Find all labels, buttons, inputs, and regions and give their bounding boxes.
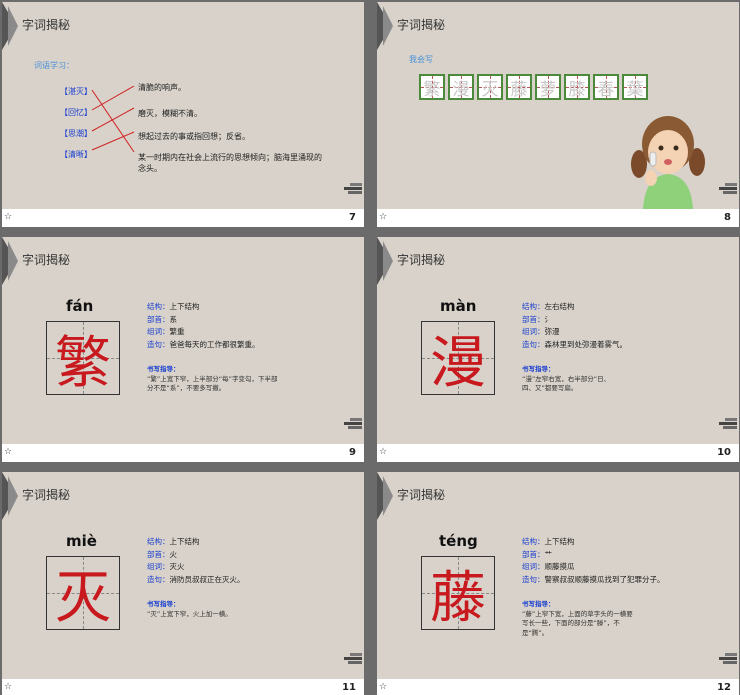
slide-title: 字词揭秘 xyxy=(397,253,446,267)
definition: 某一时期内在社会上流行的思想倾向；脑海里涌现的念头。 xyxy=(138,153,322,173)
decoration-bars xyxy=(719,653,737,665)
slide-title: 字词揭秘 xyxy=(397,488,446,502)
writing-cell: 灭 xyxy=(477,74,503,100)
slide-title: 字词揭秘 xyxy=(22,488,71,502)
writing-cell: 春 xyxy=(593,74,619,100)
character: 繁 xyxy=(55,330,111,396)
slide-footer: ☆ 9 xyxy=(2,444,364,462)
vocab-word: 【清晰】 xyxy=(60,150,92,159)
slide-number: 11 xyxy=(342,682,356,693)
writing-cell: 漫 xyxy=(448,74,474,100)
tian-grid: 繁 xyxy=(46,321,120,396)
writing-cell: 萝 xyxy=(535,74,561,100)
definition: 清脆的响声。 xyxy=(138,83,186,92)
slide-title: 字词揭秘 xyxy=(22,253,71,267)
decoration-bars xyxy=(344,183,362,195)
slide-footer: ☆ 12 xyxy=(377,679,739,695)
definition: 磨灭，模糊不清。 xyxy=(138,109,202,118)
char-info: 结构：上下结构 部首：系 组词：繁重 造句：爸爸每天的工作都很繁重。 xyxy=(147,302,260,349)
slide-9[interactable]: 字词揭秘 fán 繁 结构：上下结构 部首：系 组词：繁重 造句：爸爸每天的工作… xyxy=(2,237,364,462)
writing-cell: 繁 xyxy=(419,74,445,100)
character: 灭 xyxy=(55,565,111,631)
vocab-word: 【湛灭】 xyxy=(60,87,92,96)
slide-number: 9 xyxy=(349,447,356,458)
section-subtitle: 词语学习： xyxy=(34,61,74,70)
pinyin: miè xyxy=(66,532,97,550)
writing-cell: 葉 xyxy=(622,74,648,100)
pinyin: fán xyxy=(66,297,94,315)
tian-grid: 藤 xyxy=(421,556,495,631)
corner-arrow-icon xyxy=(383,6,393,46)
slide-number: 7 xyxy=(349,212,356,223)
writing-guide: 书写指导： “繁”上宽下窄，上半部分“每”字变勾，下半部分不是“系”，不要多写撇。 xyxy=(147,365,278,392)
character: 漫 xyxy=(430,330,486,396)
char-info: 结构：上下结构 部首：火 组词：灭火 造句：消防员叔叔正在灭火。 xyxy=(147,537,245,584)
star-icon: ☆ xyxy=(379,682,388,692)
slide-title: 字词揭秘 xyxy=(397,18,446,32)
corner-arrow-icon xyxy=(8,476,18,516)
star-icon: ☆ xyxy=(379,447,388,457)
tian-grid: 漫 xyxy=(421,321,495,396)
writing-guide: 书写指导： “灭”上宽下窄，火上加一横。 xyxy=(147,600,232,618)
corner-arrow-icon xyxy=(383,476,393,516)
pinyin: màn xyxy=(440,297,477,315)
star-icon: ☆ xyxy=(379,212,388,222)
tian-grid: 灭 xyxy=(46,556,120,631)
char-info: 结构：上下结构 部首：艹 组词：顺藤摸瓜 造句：警察叔叔顺藤摸瓜找到了犯罪分子。 xyxy=(522,537,665,584)
slide-8[interactable]: 字词揭秘 我会写 繁 漫 灭 藤 萝 膝 春 葉 ☆ 8 xyxy=(377,2,739,227)
slide-9-canvas: 字词揭秘 fán 繁 结构：上下结构 部首：系 组词：繁重 造句：爸爸每天的工作… xyxy=(2,237,364,444)
pinyin: téng xyxy=(439,532,478,550)
slide-8-canvas: 字词揭秘 我会写 繁 漫 灭 藤 萝 膝 春 葉 xyxy=(377,2,739,209)
slide-11-canvas: 字词揭秘 miè 灭 结构：上下结构 部首：火 组词：灭火 造句：消防员叔叔正在… xyxy=(2,472,364,679)
writing-cell: 膝 xyxy=(564,74,590,100)
slide-10-canvas: 字词揭秘 màn 漫 结构：左右结构 部首：氵 组词：弥漫 造句：森林里到处弥漫… xyxy=(377,237,739,444)
decoration-bars xyxy=(344,418,362,430)
matching-lines xyxy=(91,85,135,153)
decoration-bars xyxy=(719,183,737,195)
slide-7[interactable]: 字词揭秘 词语学习： 【湛灭】 【回忆】 【思潮】 【清晰】 清脆的响声。 磨灭… xyxy=(2,2,364,227)
slide-number: 8 xyxy=(724,212,731,223)
corner-arrow-icon xyxy=(8,6,18,46)
slide-title: 字词揭秘 xyxy=(22,18,71,32)
slide-number: 10 xyxy=(717,447,731,458)
star-icon: ☆ xyxy=(4,212,13,222)
star-icon: ☆ xyxy=(4,682,13,692)
definition: 想起过去的事或指回想；反省。 xyxy=(138,132,250,141)
slide-11[interactable]: 字词揭秘 miè 灭 结构：上下结构 部首：火 组词：灭火 造句：消防员叔叔正在… xyxy=(2,472,364,695)
star-icon: ☆ xyxy=(4,447,13,457)
writing-grid-row: 繁 漫 灭 藤 萝 膝 春 葉 xyxy=(419,74,648,100)
slide-12-canvas: 字词揭秘 téng 藤 结构：上下结构 部首：艹 组词：顺藤摸瓜 造句：警察叔叔… xyxy=(377,472,739,679)
slide-footer: ☆ 8 xyxy=(377,209,739,227)
char-info: 结构：左右结构 部首：氵 组词：弥漫 造句：森林里到处弥漫着雾气。 xyxy=(522,302,627,349)
writing-guide: 书写指导： “漫”左窄右宽，右半部分“日、四、又”都要写扁。 xyxy=(522,365,611,392)
slide-7-canvas: 字词揭秘 词语学习： 【湛灭】 【回忆】 【思潮】 【清晰】 清脆的响声。 磨灭… xyxy=(2,2,364,209)
slide-footer: ☆ 10 xyxy=(377,444,739,462)
section-label: 我会写 xyxy=(409,55,433,64)
corner-arrow-icon xyxy=(8,241,18,281)
vocab-word: 【思潮】 xyxy=(60,129,92,138)
decoration-bars xyxy=(344,653,362,665)
decoration-bars xyxy=(719,418,737,430)
slide-footer: ☆ 7 xyxy=(2,209,364,227)
writing-guide: 书写指导： “藤”上窄下宽，上面的草字头的一横要写长一些，下面的部分是“滕”，不是… xyxy=(522,600,633,637)
slide-number: 12 xyxy=(717,682,731,693)
slide-10[interactable]: 字词揭秘 màn 漫 结构：左右结构 部首：氵 组词：弥漫 造句：森林里到处弥漫… xyxy=(377,237,739,462)
girl-on-phone-image xyxy=(631,116,705,209)
character: 藤 xyxy=(430,565,486,631)
writing-cell: 藤 xyxy=(506,74,532,100)
slide-12[interactable]: 字词揭秘 téng 藤 结构：上下结构 部首：艹 组词：顺藤摸瓜 造句：警察叔叔… xyxy=(377,472,739,695)
slide-footer: ☆ 11 xyxy=(2,679,364,695)
vocab-word: 【回忆】 xyxy=(60,108,92,117)
corner-arrow-icon xyxy=(383,241,393,281)
